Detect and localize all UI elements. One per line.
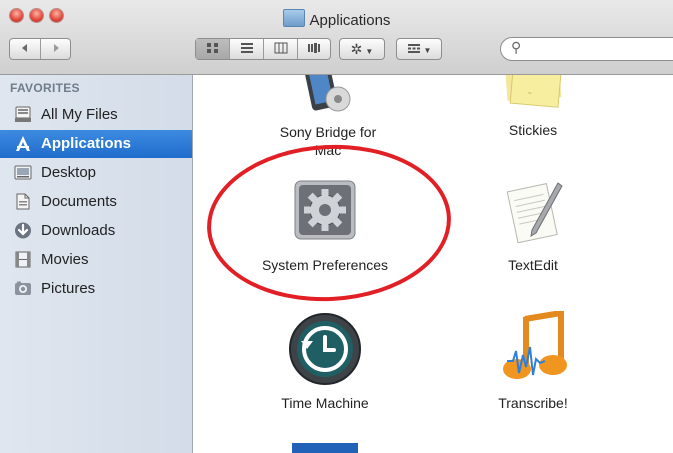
app-item-textedit[interactable]: TextEdit bbox=[453, 177, 613, 273]
sony-bridge-icon bbox=[304, 75, 351, 112]
app-name: Stickies bbox=[508, 122, 558, 138]
transcribe-icon bbox=[503, 311, 567, 379]
sidebar-item-label: Applications bbox=[41, 135, 132, 152]
sidebar-item-label: Desktop bbox=[41, 164, 97, 181]
app-name: TextEdit bbox=[508, 257, 558, 273]
sidebar-item-downloads[interactable]: Downloads bbox=[0, 217, 192, 245]
gear-icon: ✲ bbox=[350, 41, 363, 57]
search-field[interactable]: ⚲ bbox=[500, 37, 673, 61]
sidebar-item-label: Documents bbox=[41, 193, 117, 210]
arrange-menu-button[interactable]: ▼ bbox=[396, 38, 442, 60]
movies-icon bbox=[15, 251, 31, 268]
all-my-files-icon bbox=[15, 106, 31, 122]
coverflow-view-icon bbox=[308, 43, 320, 53]
forward-arrow-icon bbox=[53, 44, 59, 52]
sidebar-item-documents[interactable]: Documents bbox=[0, 188, 192, 216]
app-item-stickies[interactable]: ~ Stickies bbox=[453, 75, 613, 139]
search-icon: ⚲ bbox=[511, 39, 522, 55]
toolbar: Applications ✲ ▼ ▼ ⚲ bbox=[0, 0, 673, 75]
sidebar-item-pictures[interactable]: Pictures bbox=[0, 275, 192, 303]
app-item-transcribe[interactable]: Transcribe! bbox=[453, 311, 613, 411]
desktop-icon bbox=[14, 165, 32, 180]
chevron-down-icon: ▼ bbox=[423, 46, 432, 55]
favorites-heading: FAVORITES bbox=[10, 81, 80, 95]
pictures-icon bbox=[15, 281, 31, 295]
sidebar-item-label: Downloads bbox=[41, 222, 116, 239]
applications-icon bbox=[16, 136, 30, 151]
icon-view-button[interactable] bbox=[196, 39, 230, 59]
sidebar: FAVORITES All My Files Applications Desk… bbox=[0, 75, 193, 453]
window-title-text: Applications bbox=[309, 12, 391, 29]
action-menu-button[interactable]: ✲ ▼ bbox=[339, 38, 385, 60]
window-title: Applications bbox=[0, 9, 673, 29]
forward-button[interactable] bbox=[41, 39, 70, 59]
downloads-icon bbox=[15, 222, 31, 239]
list-view-button[interactable] bbox=[230, 39, 264, 59]
icon-view-icon bbox=[206, 43, 218, 53]
sidebar-item-desktop[interactable]: Desktop bbox=[0, 159, 192, 187]
sidebar-item-all-my-files[interactable]: All My Files bbox=[0, 101, 192, 129]
app-item-partial[interactable] bbox=[292, 443, 358, 453]
textedit-icon bbox=[506, 182, 563, 244]
chevron-down-icon: ▼ bbox=[365, 47, 374, 56]
sidebar-item-label: All My Files bbox=[41, 106, 118, 123]
back-forward-control bbox=[9, 38, 71, 60]
time-machine-icon bbox=[289, 313, 361, 385]
app-item-time-machine[interactable]: Time Machine bbox=[245, 311, 405, 411]
stickies-scribble: ~ bbox=[528, 91, 532, 97]
arrange-menu-inner: ▼ bbox=[397, 39, 441, 59]
stickies-icon: ~ bbox=[504, 75, 563, 108]
sidebar-item-label: Movies bbox=[41, 251, 89, 268]
back-button[interactable] bbox=[10, 39, 41, 59]
app-name-line1: Sony Bridge for bbox=[279, 124, 377, 140]
list-view-icon bbox=[240, 43, 253, 53]
arrange-icon bbox=[407, 44, 420, 53]
sidebar-item-movies[interactable]: Movies bbox=[0, 246, 192, 274]
app-name: Time Machine bbox=[281, 395, 369, 411]
folder-icon bbox=[282, 9, 305, 27]
coverflow-view-button[interactable] bbox=[298, 39, 330, 59]
app-name: Transcribe! bbox=[498, 395, 568, 411]
sidebar-item-label: Pictures bbox=[41, 280, 96, 297]
back-arrow-icon bbox=[22, 44, 27, 52]
finder-window: Applications ✲ ▼ ▼ ⚲ FAVORITES All My Fi… bbox=[0, 0, 673, 453]
sidebar-item-applications[interactable]: Applications bbox=[0, 130, 192, 158]
view-mode-control bbox=[195, 38, 331, 60]
column-view-icon bbox=[274, 42, 287, 54]
column-view-button[interactable] bbox=[264, 39, 298, 59]
action-menu-inner: ✲ ▼ bbox=[340, 39, 384, 59]
documents-icon bbox=[16, 193, 30, 210]
